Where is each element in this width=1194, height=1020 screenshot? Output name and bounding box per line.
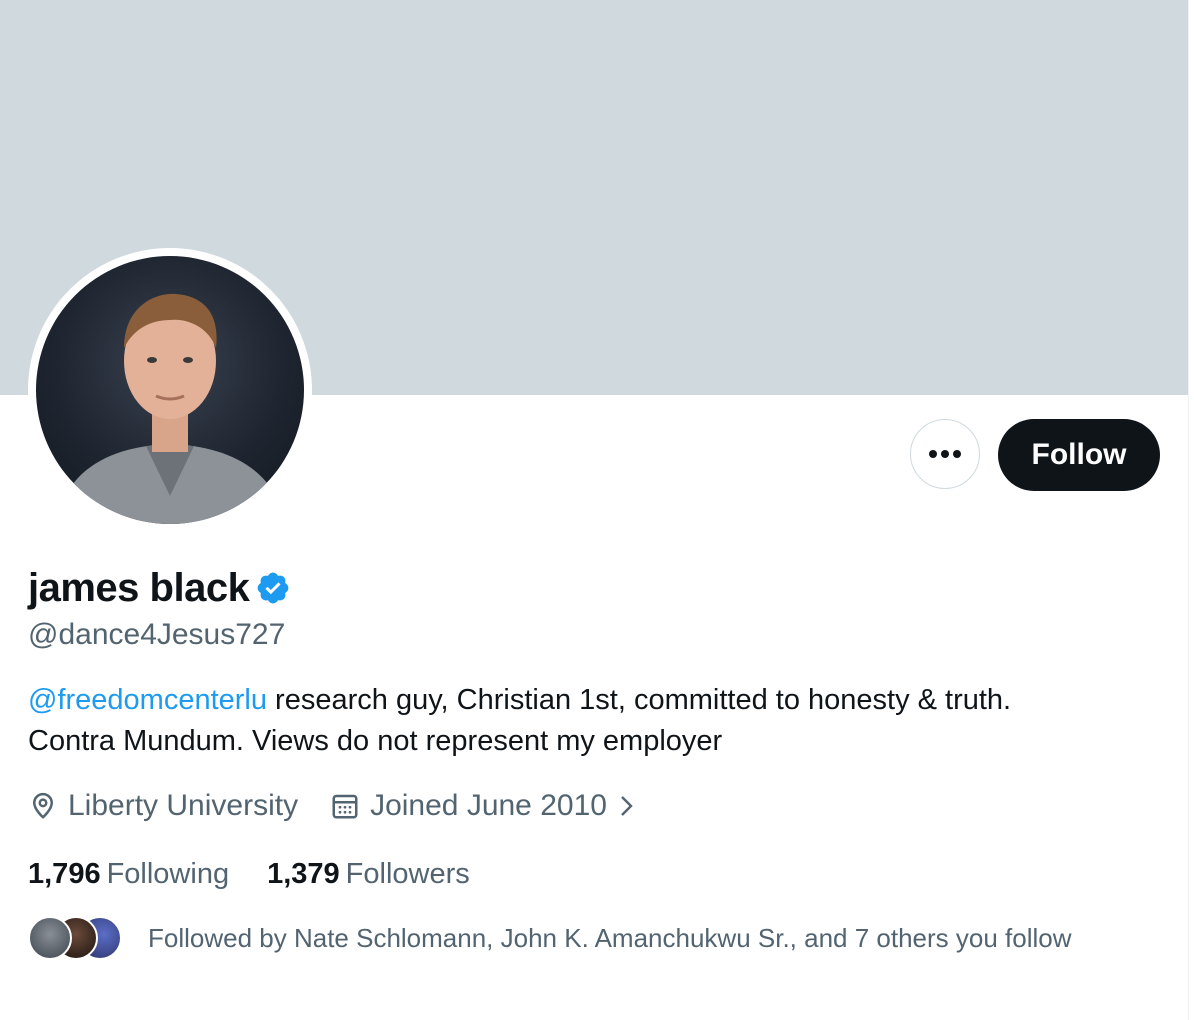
follow-button[interactable]: Follow: [998, 419, 1160, 491]
profile-bio: @freedomcenterlu research guy, Christian…: [28, 680, 1148, 762]
more-options-button[interactable]: [910, 419, 980, 489]
following-count: 1,796: [28, 857, 101, 890]
followers-label: Followers: [345, 857, 470, 890]
avatar-photo: [56, 293, 286, 524]
joined-text: Joined June 2010: [370, 789, 607, 822]
joined-item[interactable]: Joined June 2010: [330, 789, 649, 823]
followers-count: 1,379: [267, 857, 340, 890]
bio-text-line2: Contra Mundum. Views do not represent my…: [28, 725, 723, 757]
mutual-avatar: [28, 916, 72, 960]
chevron-right-icon: [621, 796, 633, 816]
more-icon: [929, 450, 961, 458]
location-item: Liberty University: [28, 789, 298, 823]
follow-stats: 1,796 Following 1,379 Followers: [28, 854, 508, 894]
avatar-frame[interactable]: [28, 248, 312, 532]
following-link[interactable]: 1,796 Following: [28, 858, 229, 891]
profile-handle: @dance4Jesus727: [28, 618, 286, 651]
bio-text-line1: research guy, Christian 1st, committed t…: [267, 684, 1012, 716]
followers-you-know[interactable]: Followed by Nate Schlomann, John K. Aman…: [28, 912, 1072, 964]
mutual-avatars: [28, 914, 128, 962]
following-label: Following: [106, 857, 230, 890]
avatar[interactable]: [36, 256, 304, 524]
page-edge: [1188, 0, 1194, 1020]
followers-link[interactable]: 1,379 Followers: [267, 858, 470, 891]
name-row: james black: [28, 562, 291, 614]
location-text: Liberty University: [68, 789, 299, 822]
followed-by-text: Followed by Nate Schlomann, John K. Aman…: [148, 922, 1072, 953]
bio-mention-link[interactable]: @freedomcenterlu: [28, 684, 267, 716]
display-name: james black: [28, 565, 250, 610]
calendar-icon: [332, 794, 358, 819]
profile-meta: Liberty University Joined June 2010: [28, 784, 681, 828]
location-pin-icon: [32, 792, 54, 819]
verified-badge-icon[interactable]: [255, 570, 291, 606]
